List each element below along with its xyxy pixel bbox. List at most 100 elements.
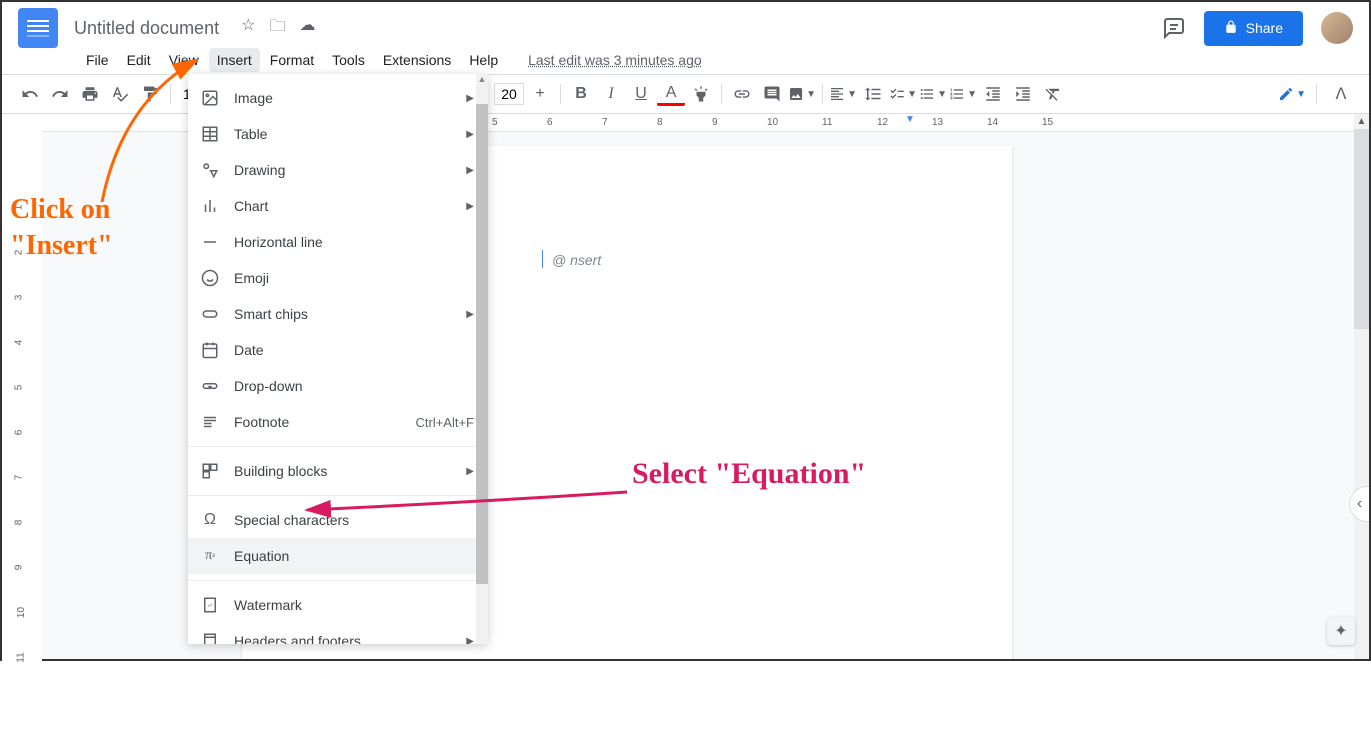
hline-icon (200, 232, 220, 252)
vertical-scrollbar[interactable]: ▲ (1354, 114, 1369, 659)
size-plus-button[interactable]: + (526, 80, 554, 108)
menu-label: Horizontal line (234, 234, 323, 250)
chart-icon (200, 196, 220, 216)
insert-equation[interactable]: π² Equation (188, 538, 488, 574)
shortcut-label: Ctrl+Alt+F (415, 415, 474, 430)
menu-label: Smart chips (234, 306, 308, 322)
date-icon (200, 340, 220, 360)
omega-icon: Ω (200, 510, 220, 530)
insert-special-characters[interactable]: Ω Special characters (188, 502, 488, 538)
menu-help[interactable]: Help (461, 48, 506, 72)
line-spacing-icon[interactable] (859, 80, 887, 108)
insert-building-blocks[interactable]: Building blocks ▶ (188, 453, 488, 489)
menu-tools[interactable]: Tools (324, 48, 373, 72)
print-icon[interactable] (76, 80, 104, 108)
text-color-button[interactable]: A (657, 82, 685, 106)
watermark-icon (200, 595, 220, 615)
insert-watermark[interactable]: Watermark (188, 587, 488, 623)
chevron-right-icon: ▶ (466, 165, 474, 176)
move-icon[interactable]: 🗀 (269, 15, 285, 42)
comment-icon[interactable] (758, 80, 786, 108)
footnote-icon (200, 412, 220, 432)
insert-drawing[interactable]: Drawing ▶ (188, 152, 488, 188)
indent-decrease-icon[interactable] (979, 80, 1007, 108)
image-icon (200, 88, 220, 108)
insert-footnote[interactable]: Footnote Ctrl+Alt+F (188, 404, 488, 440)
spellcheck-icon[interactable] (106, 80, 134, 108)
insert-date[interactable]: Date (188, 332, 488, 368)
menu-label: Headers and footers (234, 633, 361, 644)
explore-button[interactable]: ✦ (1327, 617, 1355, 645)
numbered-list-icon[interactable]: ▼ (949, 80, 977, 108)
underline-button[interactable]: U (627, 80, 655, 108)
paint-format-icon[interactable] (136, 80, 164, 108)
insert-horizontal-line[interactable]: Horizontal line (188, 224, 488, 260)
menu-separator (188, 495, 488, 496)
bold-button[interactable]: B (567, 80, 595, 108)
menu-label: Chart (234, 198, 268, 214)
insert-menu-dropdown: Image ▶ Table ▶ Drawing ▶ Chart ▶ Horizo… (188, 74, 488, 644)
menu-edit[interactable]: Edit (119, 48, 159, 72)
dropdown-scrollbar[interactable]: ▲ (476, 74, 488, 644)
indent-increase-icon[interactable] (1009, 80, 1037, 108)
insert-image-icon[interactable]: ▼ (788, 80, 816, 108)
menu-file[interactable]: File (78, 48, 117, 72)
link-icon[interactable] (728, 80, 756, 108)
chevron-right-icon: ▶ (466, 309, 474, 320)
menu-label: Date (234, 342, 264, 358)
toolbar-divider (721, 84, 722, 104)
undo-icon[interactable] (16, 80, 44, 108)
toolbar-divider (560, 84, 561, 104)
last-edit-link[interactable]: Last edit was 3 minutes ago (528, 52, 702, 68)
menu-extensions[interactable]: Extensions (375, 48, 459, 72)
font-size-input[interactable] (494, 83, 524, 105)
toolbar-divider (822, 84, 823, 104)
menu-label: Drop-down (234, 378, 302, 394)
menu-label: Table (234, 126, 267, 142)
avatar[interactable] (1321, 12, 1353, 44)
scroll-thumb[interactable] (1354, 129, 1369, 329)
chevron-right-icon: ▶ (466, 129, 474, 140)
menu-insert[interactable]: Insert (209, 48, 260, 72)
menu-label: Image (234, 90, 273, 106)
bullet-list-icon[interactable]: ▼ (919, 80, 947, 108)
clear-format-icon[interactable] (1039, 80, 1067, 108)
toolbar-divider (170, 84, 171, 104)
editing-mode-icon[interactable]: ▼ (1278, 80, 1306, 108)
insert-image[interactable]: Image ▶ (188, 80, 488, 116)
redo-icon[interactable] (46, 80, 74, 108)
emoji-icon (200, 268, 220, 288)
share-button[interactable]: Share (1204, 11, 1303, 46)
menu-separator (188, 446, 488, 447)
menu-format[interactable]: Format (262, 48, 322, 72)
menu-label: Building blocks (234, 463, 327, 479)
insert-smart-chips[interactable]: Smart chips ▶ (188, 296, 488, 332)
menu-view[interactable]: View (161, 48, 207, 72)
chevron-right-icon: ▶ (466, 636, 474, 645)
dropdown-icon (200, 376, 220, 396)
align-icon[interactable]: ▼ (829, 80, 857, 108)
vertical-ruler: 1 2 3 4 5 6 7 8 9 10 11 (2, 132, 42, 752)
drawing-icon (200, 160, 220, 180)
insert-chart[interactable]: Chart ▶ (188, 188, 488, 224)
chevron-right-icon: ▶ (466, 466, 474, 477)
pi-icon: π² (200, 546, 220, 566)
chips-icon (200, 304, 220, 324)
insert-table[interactable]: Table ▶ (188, 116, 488, 152)
insert-emoji[interactable]: Emoji (188, 260, 488, 296)
italic-button[interactable]: I (597, 80, 625, 108)
scroll-up-icon[interactable]: ▲ (1354, 114, 1369, 129)
insert-dropdown[interactable]: Drop-down (188, 368, 488, 404)
insert-headers-footers[interactable]: Headers and footers ▶ (188, 623, 488, 644)
blocks-icon (200, 461, 220, 481)
cloud-icon[interactable]: ☁ (299, 15, 315, 42)
headers-icon (200, 631, 220, 644)
menu-label: Equation (234, 548, 289, 564)
comments-icon[interactable] (1162, 16, 1186, 40)
collapse-toolbar-icon[interactable]: ᐱ (1327, 80, 1355, 108)
highlight-icon[interactable] (687, 80, 715, 108)
star-icon[interactable]: ☆ (241, 15, 255, 42)
checklist-icon[interactable]: ▼ (889, 80, 917, 108)
doc-title[interactable]: Untitled document (74, 18, 219, 39)
docs-logo[interactable] (18, 8, 58, 48)
